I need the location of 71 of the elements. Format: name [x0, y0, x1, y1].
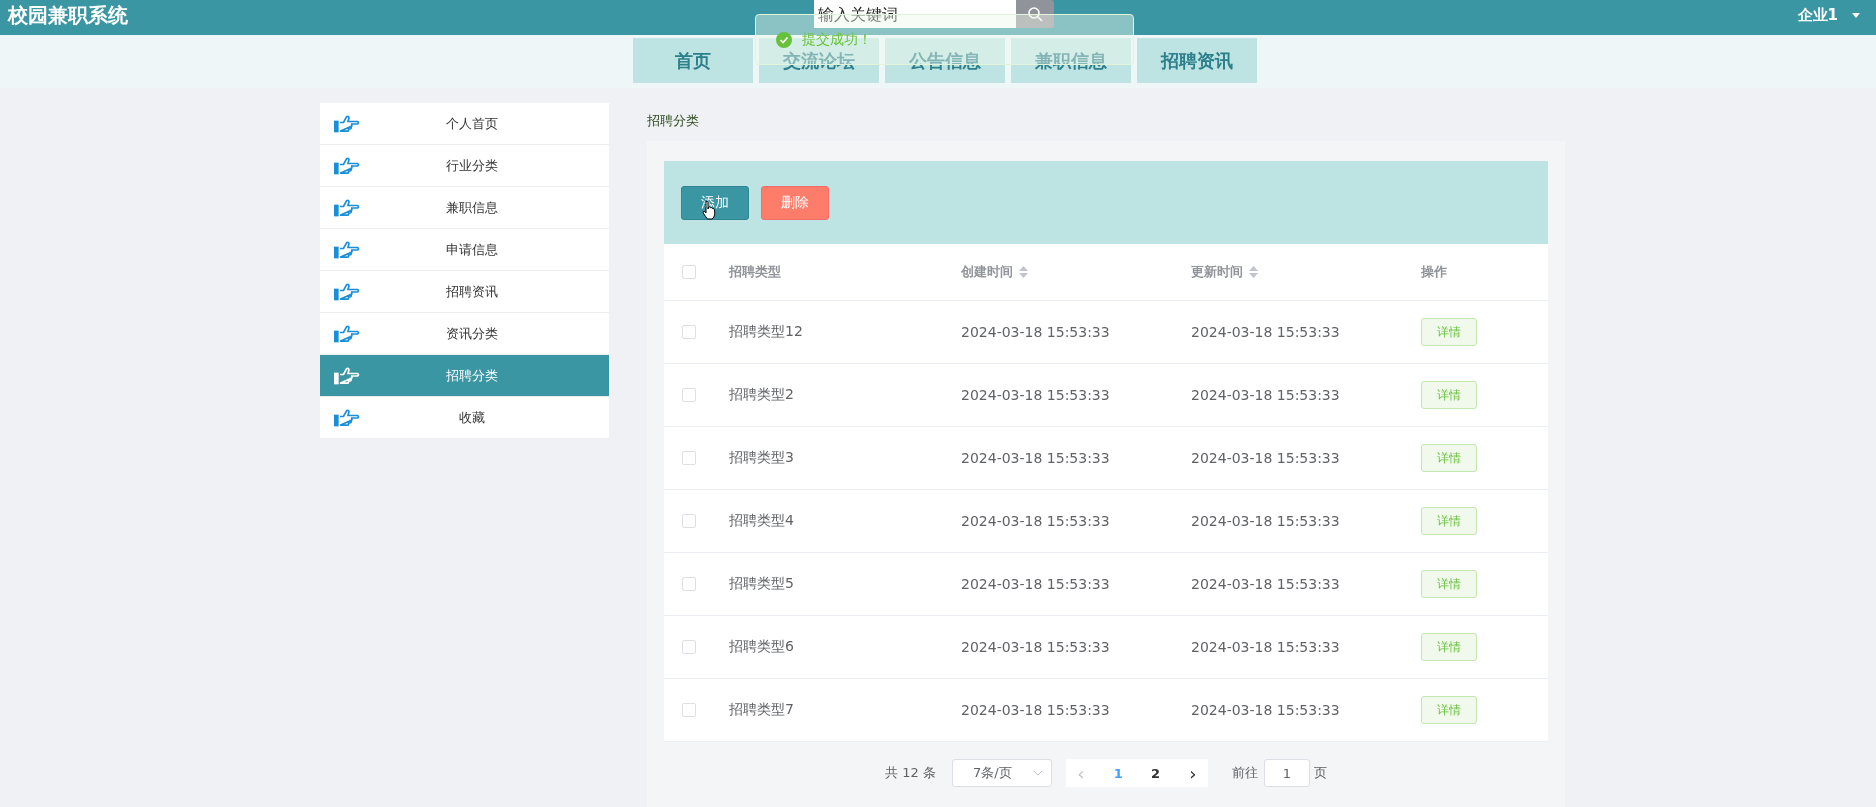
chevron-down-icon [1032, 770, 1043, 776]
table-cell: 招聘类型6 [729, 638, 794, 654]
checkbox[interactable] [682, 640, 696, 654]
pointing-hand-icon [334, 408, 360, 427]
pointing-hand-icon [334, 114, 360, 133]
table-cell: 2024-03-18 15:53:33 [1191, 450, 1340, 466]
search-icon [1027, 6, 1043, 22]
checkbox[interactable] [682, 577, 696, 591]
table-cell: 2024-03-18 15:53:33 [961, 639, 1110, 655]
prev-page-button[interactable]: ‹ [1065, 759, 1096, 787]
page-suffix: 页 [1313, 764, 1327, 782]
checkbox[interactable] [682, 388, 696, 402]
table-cell: 2024-03-18 15:53:33 [961, 513, 1110, 529]
table-cell: 招聘类型12 [729, 323, 803, 339]
total-count: 共 12 条 [885, 764, 936, 782]
table-cell: 2024-03-18 15:53:33 [1191, 387, 1340, 403]
details-button[interactable]: 详情 [1421, 381, 1477, 409]
page-number[interactable]: 2 [1140, 759, 1171, 787]
sort-icon[interactable] [1249, 266, 1258, 278]
table-cell: 招聘类型3 [729, 449, 794, 465]
page-input[interactable]: 1 [1263, 759, 1310, 787]
details-button[interactable]: 详情 [1421, 570, 1477, 598]
table-cell: 招聘类型7 [729, 701, 794, 717]
page-number[interactable]: 1 [1103, 759, 1134, 787]
goto-label: 前往 [1231, 764, 1258, 782]
table-cell: 2024-03-18 15:53:33 [1191, 639, 1340, 655]
breadcrumb: 招聘分类 [647, 113, 700, 130]
checkbox[interactable] [682, 265, 696, 279]
column-header: 创建时间 [961, 263, 1013, 281]
details-button[interactable]: 详情 [1421, 444, 1477, 472]
check-circle-icon [776, 31, 792, 48]
table-cell: 招聘类型4 [729, 512, 794, 528]
pointing-hand-icon [334, 156, 360, 175]
pointing-hand-icon [334, 282, 360, 301]
checkbox[interactable] [682, 451, 696, 465]
next-page-button[interactable]: › [1177, 759, 1208, 787]
pointing-hand-icon [334, 366, 360, 385]
table-cell: 2024-03-18 15:53:33 [1191, 702, 1340, 718]
search-button[interactable] [1016, 0, 1054, 28]
checkbox[interactable] [682, 325, 696, 339]
table-cell: 2024-03-18 15:53:33 [961, 387, 1110, 403]
sort-icon[interactable] [1019, 266, 1028, 278]
column-header: 操作 [1421, 263, 1447, 281]
table-cell: 2024-03-18 15:53:33 [1191, 576, 1340, 592]
table-cell: 2024-03-18 15:53:33 [961, 324, 1110, 340]
checkbox[interactable] [682, 703, 696, 717]
table-cell: 2024-03-18 15:53:33 [1191, 513, 1340, 529]
site-title: 校园兼职系统 [8, 2, 129, 29]
pointing-hand-icon [334, 240, 360, 259]
table-cell: 2024-03-18 15:53:33 [1191, 324, 1340, 340]
sidebar-item[interactable]: 招聘分类 [320, 355, 609, 397]
table-cell: 招聘类型2 [729, 386, 794, 402]
table-cell: 2024-03-18 15:53:33 [961, 702, 1110, 718]
details-button[interactable]: 详情 [1421, 633, 1477, 661]
user-menu[interactable]: 企业1 [1797, 5, 1860, 25]
table-cell: 2024-03-18 15:53:33 [961, 576, 1110, 592]
table-cell: 2024-03-18 15:53:33 [961, 450, 1110, 466]
caret-icon [1852, 12, 1860, 18]
details-button[interactable]: 详情 [1421, 696, 1477, 724]
pointing-hand-icon [334, 324, 360, 343]
column-header: 更新时间 [1191, 263, 1243, 281]
page-size-select[interactable]: 7条/页 [951, 759, 1052, 787]
nav-tab[interactable]: 招聘资讯 [1137, 38, 1257, 83]
pointing-hand-icon [334, 198, 360, 217]
details-button[interactable]: 详情 [1421, 507, 1477, 535]
nav-tab[interactable]: 首页 [633, 38, 753, 83]
details-button[interactable]: 详情 [1421, 318, 1477, 346]
column-header: 招聘类型 [729, 263, 781, 281]
delete-button[interactable]: 删除 [761, 185, 829, 220]
table-cell: 招聘类型5 [729, 575, 794, 591]
checkbox[interactable] [682, 514, 696, 528]
